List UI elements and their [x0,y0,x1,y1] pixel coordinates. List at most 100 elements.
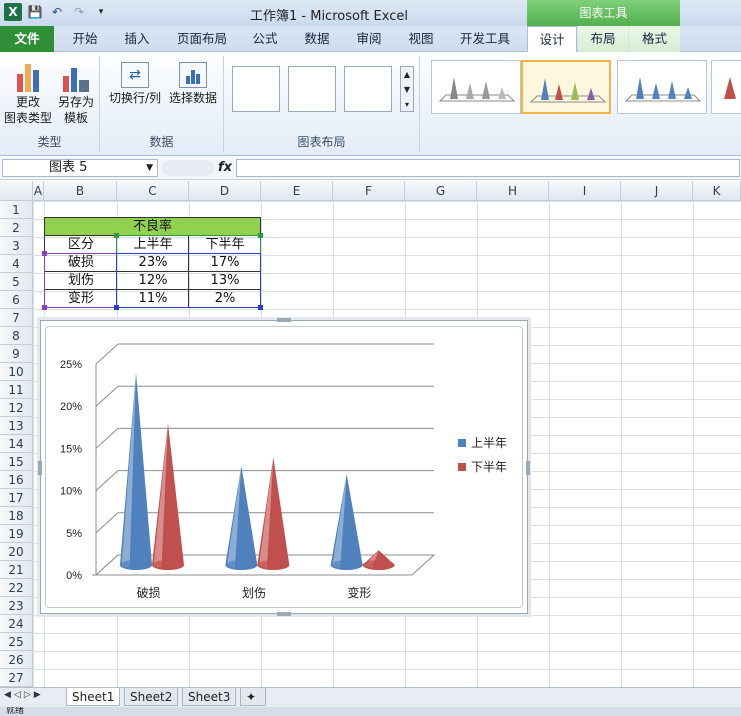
select-data-label: 选择数据 [168,91,217,105]
redo-icon[interactable]: ↷ [70,3,88,21]
row-header-7[interactable]: 7 [0,309,33,327]
range-handle[interactable] [42,251,47,256]
row-header-6[interactable]: 6 [0,291,33,309]
name-box[interactable]: 图表 5 ▼ [2,159,158,177]
tab-developer[interactable]: 开发工具 [452,26,518,52]
name-box-dropdown-icon[interactable]: ▼ [146,160,153,176]
column-header-i[interactable]: I [549,181,621,201]
tab-file[interactable]: 文件 [0,26,54,52]
row-header-20[interactable]: 20 [0,543,33,561]
formula-bar-resize-handle[interactable] [162,160,214,176]
insert-function-icon[interactable]: fx [218,160,232,175]
range-handle[interactable] [114,305,119,310]
row-header-18[interactable]: 18 [0,507,33,525]
row-header-23[interactable]: 23 [0,597,33,615]
row-header-11[interactable]: 11 [0,381,33,399]
row-header-9[interactable]: 9 [0,345,33,363]
group-chart-layout: ▲ ▼ ▾ 图表布局 [224,56,420,152]
column-header-c[interactable]: C [117,181,189,201]
row-header-2[interactable]: 2 [0,219,33,237]
row-header-13[interactable]: 13 [0,417,33,435]
chart-style-4[interactable] [711,60,741,114]
sheet-tab-3[interactable]: Sheet3 [182,688,237,706]
row-header-16[interactable]: 16 [0,471,33,489]
insert-sheet-icon[interactable]: ✦ [240,688,266,706]
row-header-10[interactable]: 10 [0,363,33,381]
chart-style-1[interactable] [431,60,521,114]
range-handle[interactable] [114,233,119,238]
column-header-k[interactable]: K [693,181,741,201]
column-header-f[interactable]: F [333,181,405,201]
row-header-22[interactable]: 22 [0,579,33,597]
row-header-1[interactable]: 1 [0,201,33,219]
chart-style-2[interactable] [521,60,611,114]
column-header-h[interactable]: H [477,181,549,201]
column-header-j[interactable]: J [621,181,693,201]
sheet-nav-icons[interactable]: ◀◁▷▶ [4,690,44,700]
sheet-tab-1[interactable]: Sheet1 [66,688,121,706]
change-chart-type-button[interactable]: 更改 图表类型 [4,58,52,126]
tab-format[interactable]: 格式 [629,26,680,52]
gridline-depth [95,470,119,491]
row-header-14[interactable]: 14 [0,435,33,453]
tab-home[interactable]: 开始 [60,26,110,52]
row-header-4[interactable]: 4 [0,255,33,273]
tab-insert[interactable]: 插入 [114,26,160,52]
chart-resize-handle-top[interactable] [277,318,291,322]
chart-style-3[interactable] [617,60,707,114]
chart-resize-handle-left[interactable] [38,461,42,475]
range-handle[interactable] [258,233,263,238]
column-header-d[interactable]: D [189,181,261,201]
chart-object[interactable]: 0% 5% 10% 15% 20% 25% 破损 划伤 变形 上半年 下半年 [38,318,530,616]
range-handle[interactable] [258,305,263,310]
chart-resize-handle-right[interactable] [526,461,530,475]
grid-line [549,201,550,687]
row-header-17[interactable]: 17 [0,489,33,507]
row-header-19[interactable]: 19 [0,525,33,543]
row-header-8[interactable]: 8 [0,327,33,345]
row-header-12[interactable]: 12 [0,399,33,417]
select-data-button[interactable]: 选择数据 [166,58,220,106]
tab-formulas[interactable]: 公式 [244,26,286,52]
row-header-25[interactable]: 25 [0,633,33,651]
tab-design[interactable]: 设计 [527,26,577,53]
chart-layout-3[interactable] [344,66,392,112]
row-header-26[interactable]: 26 [0,651,33,669]
cone-base [330,560,363,570]
status-bar: 就绪 [0,707,741,716]
column-header-b[interactable]: B [44,181,117,201]
tab-page-layout[interactable]: 页面布局 [168,26,236,52]
tab-data[interactable]: 数据 [296,26,338,52]
gridline-depth [95,428,119,449]
row-header-15[interactable]: 15 [0,453,33,471]
excel-icon[interactable]: X [4,3,22,21]
cone-base [225,560,258,570]
save-icon[interactable]: 💾 [26,3,44,21]
column-header-a[interactable]: A [33,181,44,201]
tab-review[interactable]: 审阅 [348,26,390,52]
undo-icon[interactable]: ↶ [48,3,66,21]
tab-chart-layout[interactable]: 布局 [578,26,628,52]
tab-view[interactable]: 视图 [400,26,442,52]
row-header-24[interactable]: 24 [0,615,33,633]
row-header-5[interactable]: 5 [0,273,33,291]
save-as-template-button[interactable]: 另存为 模板 [54,58,98,126]
switch-row-column-button[interactable]: ⇄ 切换行/列 [106,58,164,106]
chart-area[interactable]: 0% 5% 10% 15% 20% 25% 破损 划伤 变形 上半年 下半年 [45,326,523,608]
range-handle[interactable] [42,305,47,310]
row-header-3[interactable]: 3 [0,237,33,255]
column-header-g[interactable]: G [405,181,477,201]
y-tick-label: 0% [66,570,82,582]
formula-input[interactable] [236,159,740,177]
sheet-tab-2[interactable]: Sheet2 [124,688,179,706]
chart-resize-handle-bottom[interactable] [277,612,291,616]
select-all-corner[interactable] [0,181,33,201]
gridline-depth [95,512,119,534]
row-header-27[interactable]: 27 [0,669,33,687]
chart-layout-2[interactable] [288,66,336,112]
row-header-21[interactable]: 21 [0,561,33,579]
customize-qat-icon[interactable]: ▾ [92,3,110,21]
chart-layout-1[interactable] [232,66,280,112]
layout-gallery-scroll[interactable]: ▲ ▼ ▾ [400,66,414,112]
column-header-e[interactable]: E [261,181,333,201]
